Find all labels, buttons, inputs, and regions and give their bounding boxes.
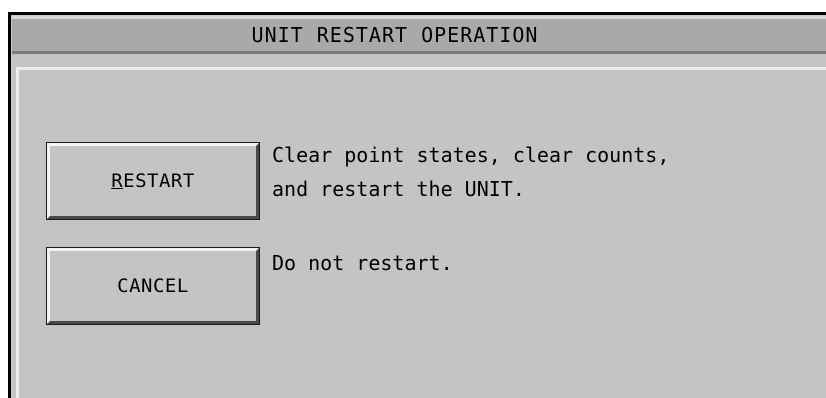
dialog-frame: UNIT RESTART OPERATION R ESTART Clear poi…: [11, 15, 826, 398]
cancel-description: Do not restart.: [272, 251, 453, 275]
restart-mnemonic: R: [111, 170, 124, 192]
dialog-body: R ESTART Clear point states, clear counts…: [16, 67, 826, 398]
cancel-button[interactable]: CANCEL: [46, 247, 260, 325]
restart-description-line-1: Clear point states, clear counts,: [272, 143, 670, 167]
title-bar: UNIT RESTART OPERATION: [12, 16, 826, 54]
restart-description-line-2: and restart the UNIT.: [272, 177, 525, 201]
restart-button[interactable]: R ESTART: [46, 142, 260, 220]
restart-description: Clear point states, clear counts, and res…: [272, 138, 669, 206]
cancel-button-label: CANCEL: [117, 275, 189, 297]
dialog-title: UNIT RESTART OPERATION: [251, 23, 539, 47]
unit-restart-dialog: UNIT RESTART OPERATION R ESTART Clear poi…: [8, 12, 826, 398]
restart-button-label: ESTART: [123, 170, 195, 192]
